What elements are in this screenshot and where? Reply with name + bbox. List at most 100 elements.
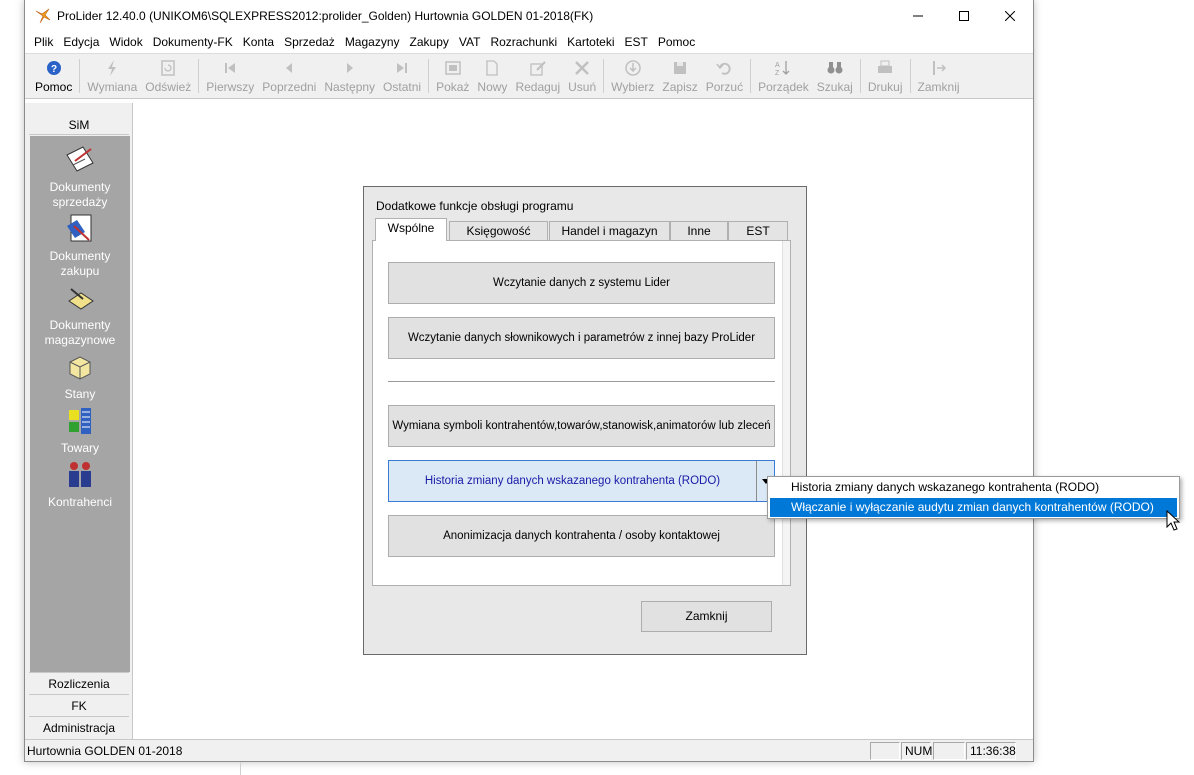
select-icon bbox=[625, 59, 641, 76]
help-icon: ? bbox=[46, 60, 61, 75]
tab-handel-i-magazyn[interactable]: Handel i magazyn bbox=[549, 221, 670, 241]
refresh-button[interactable]: Odśwież bbox=[141, 54, 195, 98]
show-label: Pokaż bbox=[436, 79, 470, 94]
menu-plik[interactable]: Plik bbox=[29, 35, 58, 49]
toolbar-separator bbox=[909, 59, 911, 93]
menu-edycja[interactable]: Edycja bbox=[58, 35, 104, 49]
menu-bar: Plik Edycja Widok Dokumenty-FK Konta Spr… bbox=[25, 32, 1033, 52]
dialog-close-button[interactable]: Zamknij bbox=[641, 601, 772, 632]
menu-item-rodo-history[interactable]: Historia zmiany danych wskazanego kontra… bbox=[770, 478, 1177, 497]
search-label: Szukaj bbox=[816, 79, 853, 94]
exit-icon bbox=[932, 60, 946, 75]
separator bbox=[388, 381, 775, 382]
dialog-additional-functions: Dodatkowe funkcje obsługi programu Wspól… bbox=[363, 186, 807, 655]
previous-icon bbox=[286, 62, 293, 73]
exchange-label: Wymiana bbox=[87, 79, 138, 94]
discard-button[interactable]: Porzuć bbox=[702, 54, 747, 98]
rodo-history-label: Historia zmiany danych wskazanego kontra… bbox=[424, 475, 721, 487]
close-window-button[interactable] bbox=[987, 0, 1033, 32]
sidebar-item-label: Kontrahenci bbox=[47, 495, 113, 509]
goods-icon bbox=[69, 408, 91, 434]
menu-widok[interactable]: Widok bbox=[104, 35, 147, 49]
minimize-icon bbox=[913, 15, 923, 17]
lightning-icon bbox=[108, 59, 117, 76]
sales-documents-icon bbox=[66, 146, 94, 172]
tab-est[interactable]: EST bbox=[728, 221, 788, 241]
last-button[interactable]: Ostatni bbox=[379, 54, 425, 98]
binoculars-icon bbox=[827, 61, 843, 73]
maximize-button[interactable] bbox=[941, 0, 987, 32]
previous-label: Poprzedni bbox=[262, 79, 317, 94]
undo-icon bbox=[716, 62, 731, 75]
select-label: Wybierz bbox=[611, 79, 655, 94]
sidebar-item-label: Stany bbox=[64, 387, 96, 401]
next-button[interactable]: Następny bbox=[320, 54, 379, 98]
svg-text:A: A bbox=[775, 62, 780, 69]
divider bbox=[240, 762, 241, 775]
sidebar-section-fk[interactable]: FK bbox=[29, 694, 129, 716]
menu-dokumenty-fk[interactable]: Dokumenty-FK bbox=[148, 35, 238, 49]
menu-kartoteki[interactable]: Kartoteki bbox=[562, 35, 619, 49]
symbol-exchange-button[interactable]: Wymiana symboli kontrahentów,towarów,sta… bbox=[388, 405, 775, 447]
sidebar-section-administracja[interactable]: Administracja bbox=[29, 716, 129, 738]
last-label: Ostatni bbox=[383, 79, 422, 94]
tab-inne[interactable]: Inne bbox=[670, 221, 728, 241]
sidebar-item-label: Dokumenty bbox=[49, 318, 111, 332]
tab-wspolne[interactable]: Wspólne bbox=[375, 218, 447, 241]
sidebar-item-sales-documents[interactable]: Dokumenty sprzedaży bbox=[30, 143, 130, 210]
menu-vat[interactable]: VAT bbox=[454, 35, 486, 49]
anonymization-button[interactable]: Anonimizacja danych kontrahenta / osoby … bbox=[388, 515, 775, 557]
dropdown-menu: Historia zmiany danych wskazanego kontra… bbox=[767, 476, 1180, 519]
menu-est[interactable]: EST bbox=[620, 35, 653, 49]
sidebar-item-goods[interactable]: Towary bbox=[30, 404, 130, 456]
warehouse-documents-icon bbox=[68, 288, 94, 310]
svg-text:?: ? bbox=[51, 64, 57, 75]
menu-sprzedaz[interactable]: Sprzedaż bbox=[279, 35, 340, 49]
new-button[interactable]: Nowy bbox=[473, 54, 511, 98]
sidebar-item-stocks[interactable]: Stany bbox=[30, 350, 130, 402]
edit-label: Redaguj bbox=[515, 79, 561, 94]
sidebar-item-warehouse-documents[interactable]: Dokumenty magazynowe bbox=[30, 281, 130, 348]
sort-icon: AZ bbox=[775, 60, 790, 77]
menu-zakupy[interactable]: Zakupy bbox=[405, 35, 454, 49]
previous-button[interactable]: Poprzedni bbox=[258, 54, 320, 98]
show-button[interactable]: Pokaż bbox=[432, 54, 473, 98]
delete-button[interactable]: Usuń bbox=[564, 54, 600, 98]
refresh-label: Odśwież bbox=[145, 79, 192, 94]
mouse-cursor-icon bbox=[1166, 510, 1181, 531]
title-bar: ProLider 12.40.0 (UNIKOM6\SQLEXPRESS2012… bbox=[25, 0, 1033, 32]
sidebar-item-contractors[interactable]: Kontrahenci bbox=[30, 458, 130, 510]
menu-pomoc[interactable]: Pomoc bbox=[653, 35, 700, 49]
minimize-button[interactable] bbox=[895, 0, 941, 32]
delete-icon bbox=[575, 60, 590, 75]
search-button[interactable]: Szukaj bbox=[813, 54, 857, 98]
import-lider-button[interactable]: Wczytanie danych z systemu Lider bbox=[388, 262, 775, 304]
close-button[interactable]: Zamknij bbox=[914, 54, 964, 98]
edit-button[interactable]: Redaguj bbox=[511, 54, 564, 98]
select-button[interactable]: Wybierz bbox=[607, 54, 658, 98]
import-dictionaries-button[interactable]: Wczytanie danych słownikowych i parametr… bbox=[388, 317, 775, 359]
toolbar: ? Pomoc Wymiana Odśwież Pierwszy Poprzed… bbox=[25, 53, 1033, 99]
tab-page-wspolne: Wczytanie danych z systemu Lider Wczytan… bbox=[372, 240, 791, 586]
status-bar: Hurtownia GOLDEN 01-2018 NUM 11:36:38 bbox=[25, 739, 1033, 761]
save-button[interactable]: Zapisz bbox=[658, 54, 701, 98]
help-button[interactable]: ? Pomoc bbox=[31, 54, 76, 98]
print-button[interactable]: Drukuj bbox=[864, 54, 907, 98]
contractors-people-icon bbox=[69, 462, 91, 487]
menu-item-rodo-audit-toggle[interactable]: Włączanie i wyłączanie audytu zmian dany… bbox=[770, 498, 1177, 517]
first-button[interactable]: Pierwszy bbox=[202, 54, 258, 98]
menu-magazyny[interactable]: Magazyny bbox=[340, 35, 405, 49]
sidebar-section-rozliczenia[interactable]: Rozliczenia bbox=[29, 672, 129, 694]
last-icon bbox=[397, 62, 408, 73]
scrollbar[interactable] bbox=[782, 241, 790, 585]
menu-konta[interactable]: Konta bbox=[238, 35, 279, 49]
menu-rozrachunki[interactable]: Rozrachunki bbox=[485, 35, 562, 49]
rodo-history-split-button[interactable]: Historia zmiany danych wskazanego kontra… bbox=[388, 460, 775, 502]
sidebar-item-purchase-documents[interactable]: Dokumenty zakupu bbox=[30, 212, 130, 279]
next-label: Następny bbox=[324, 79, 376, 94]
exchange-button[interactable]: Wymiana bbox=[83, 54, 141, 98]
tab-ksiegowosc[interactable]: Księgowość bbox=[449, 221, 548, 241]
toolbar-separator bbox=[859, 59, 861, 93]
sidebar-header[interactable]: SiM bbox=[29, 115, 129, 135]
order-button[interactable]: AZ Porządek bbox=[754, 54, 813, 98]
